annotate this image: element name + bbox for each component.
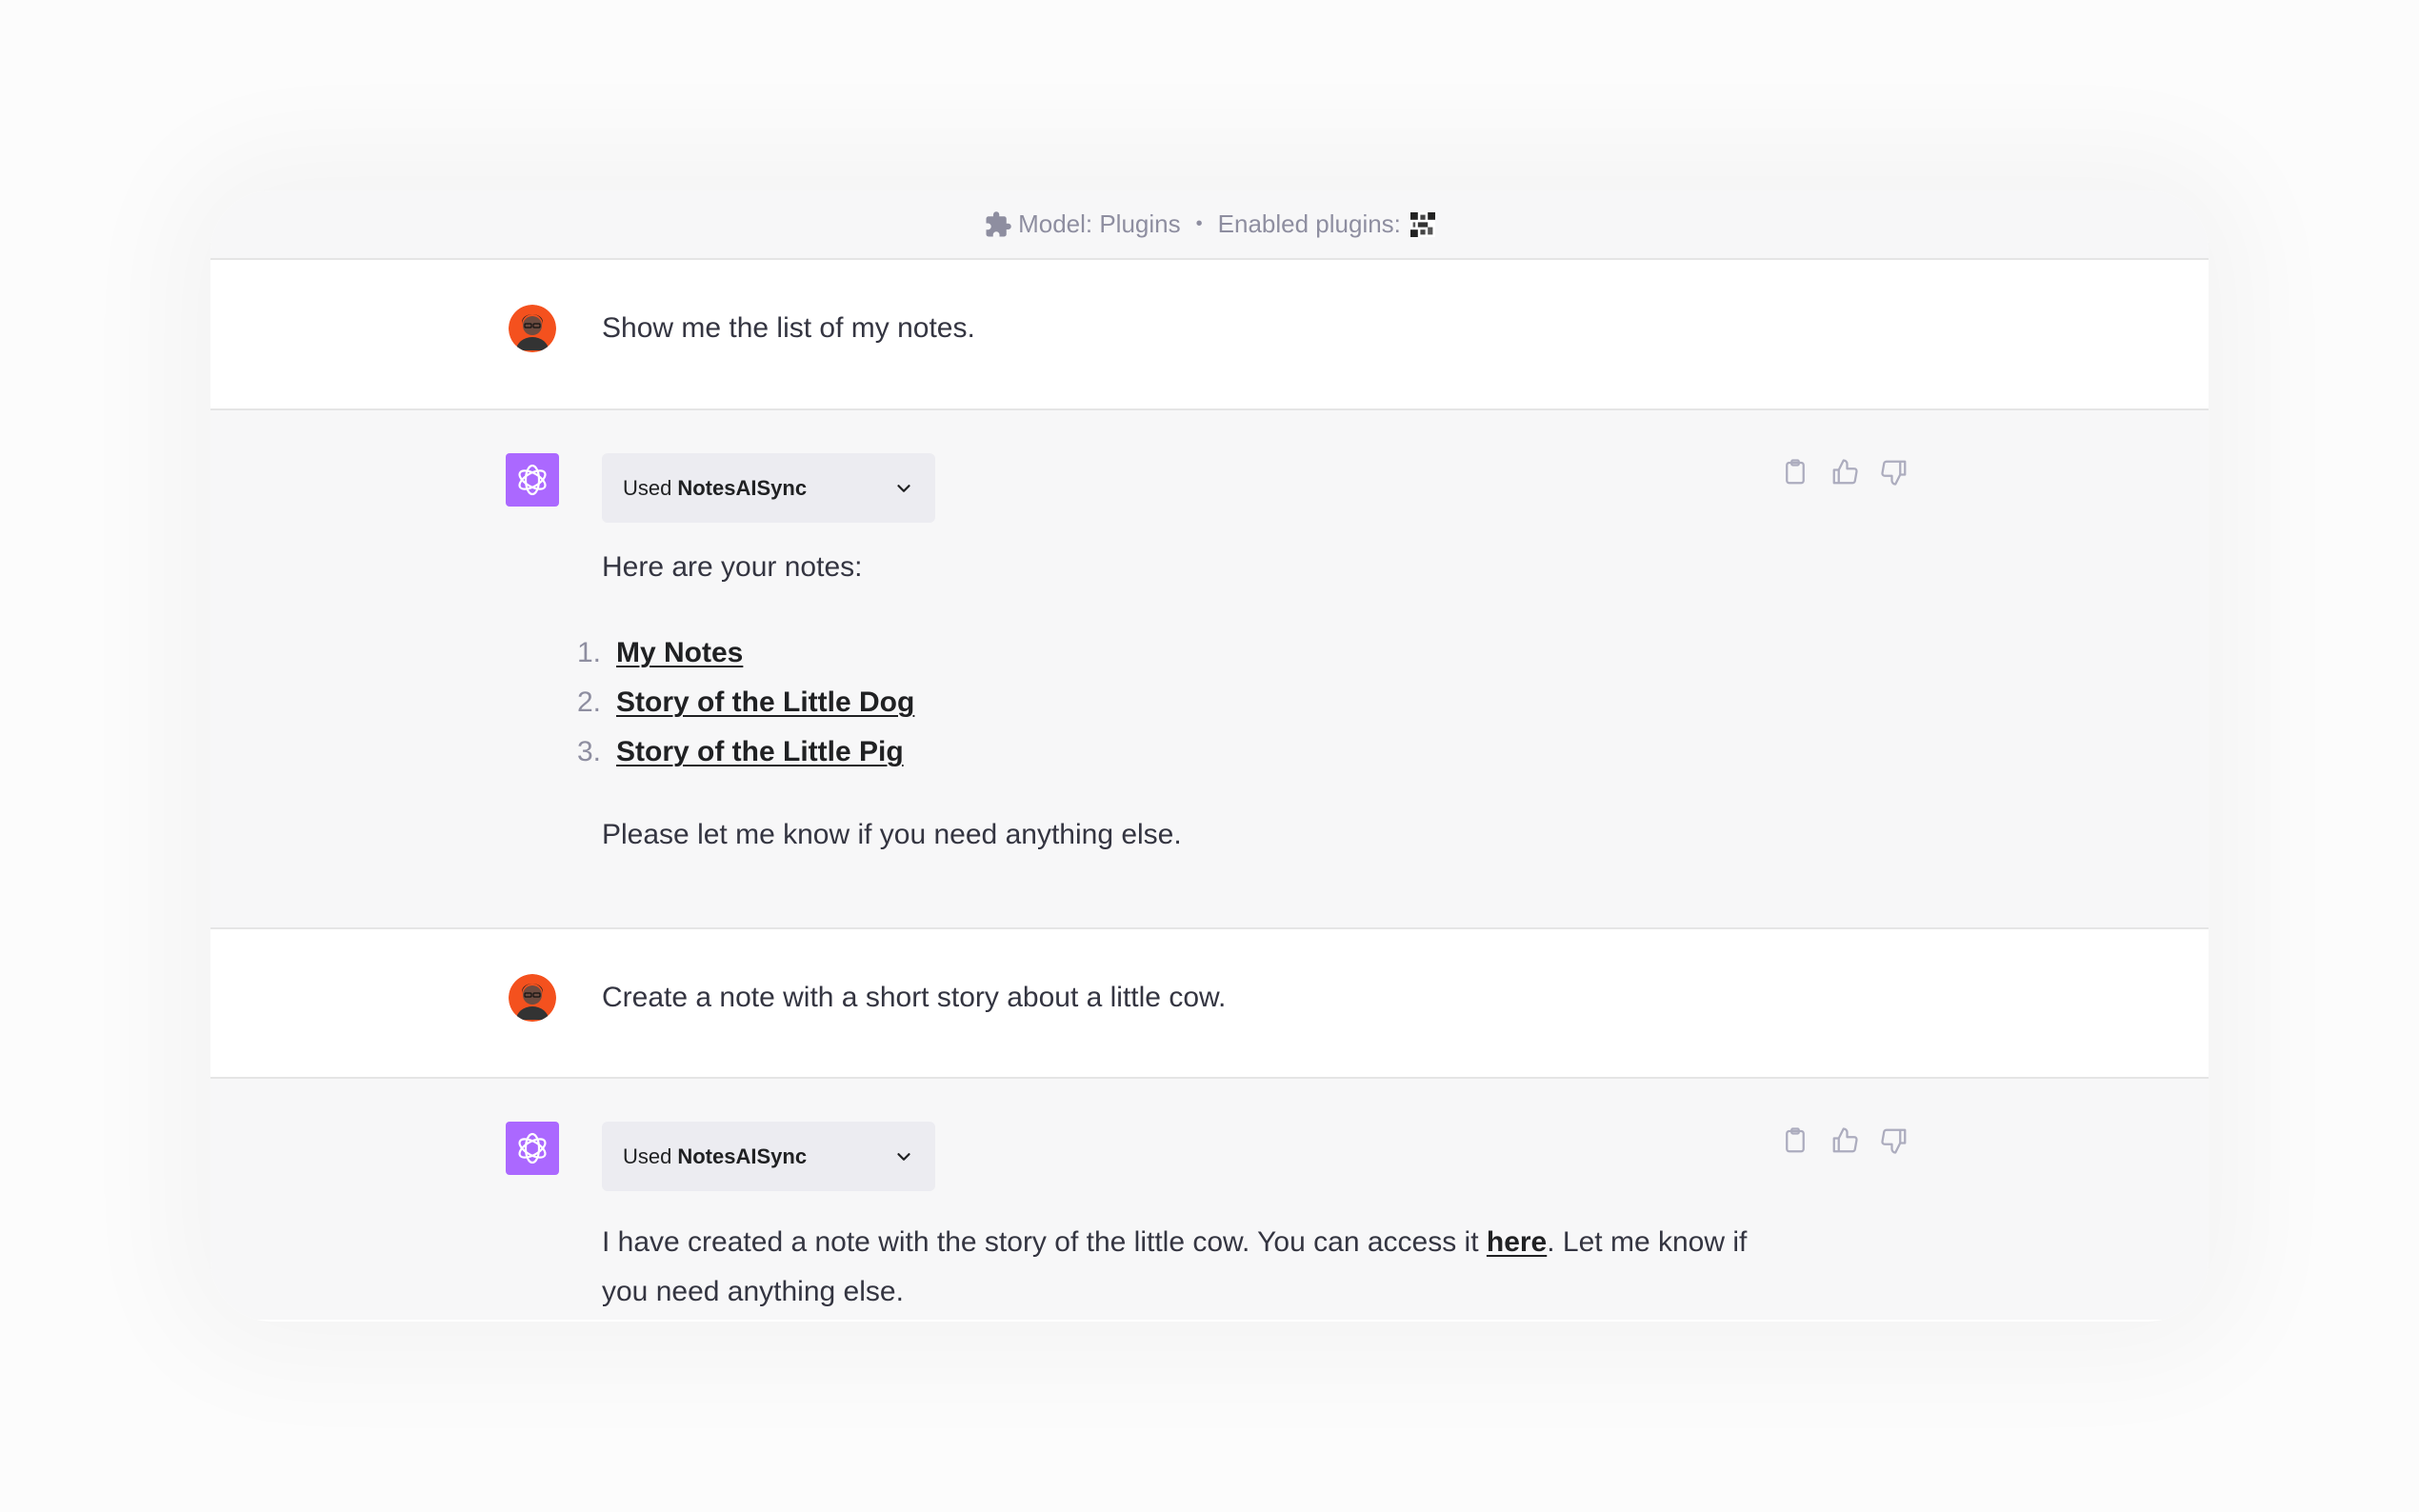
assistant-outro-text: Please let me know if you need anything … [602, 819, 1182, 850]
puzzle-icon [986, 210, 1011, 236]
plugin-used-dropdown[interactable]: Used NotesAISync [602, 453, 935, 523]
thumbs-up-icon[interactable] [1830, 1126, 1859, 1155]
copy-icon[interactable] [1781, 458, 1809, 487]
copy-icon[interactable] [1781, 1126, 1809, 1155]
assistant-intro-text: Here are your notes: [602, 551, 863, 583]
thumbs-down-icon[interactable] [1880, 1126, 1909, 1155]
separator-dot: • [1195, 213, 1203, 234]
list-item: 1. My Notes [563, 628, 914, 678]
user-avatar [509, 974, 556, 1022]
openai-logo-icon [518, 464, 547, 496]
model-label: Model: Plugins [1018, 209, 1181, 238]
note-link-little-dog[interactable]: Story of the Little Dog [616, 678, 914, 727]
plugin-name: NotesAISync [677, 475, 808, 500]
enabled-plugins-label: Enabled plugins: [1217, 209, 1401, 238]
list-item: 2. Story of the Little Dog [563, 678, 914, 727]
assistant-message-row: Used NotesAISync I have created a note w… [210, 1079, 2209, 1320]
plugin-name: NotesAISync [677, 1144, 808, 1168]
openai-logo-icon [518, 1132, 547, 1164]
notesaisync-logo-icon [1409, 211, 1435, 237]
notes-list: 1. My Notes 2. Story of the Little Dog 3. S… [563, 628, 914, 777]
response-line2: you need anything else. [602, 1276, 904, 1307]
chatgpt-avatar [506, 1122, 559, 1175]
assistant-response-text: I have created a note with the story of … [602, 1218, 1747, 1317]
thumbs-down-icon[interactable] [1880, 458, 1909, 487]
user-message-row: Show me the list of my notes. [210, 260, 2209, 410]
message-actions [1781, 458, 1909, 487]
chevron-down-icon [897, 1153, 910, 1161]
user-avatar [509, 305, 556, 352]
model-bar: Model: Plugins • Enabled plugins: [210, 190, 2209, 260]
response-line1-before: I have created a note with the story of … [602, 1226, 1487, 1258]
used-prefix: Used [623, 475, 672, 500]
thumbs-up-icon[interactable] [1830, 458, 1859, 487]
list-number: 1. [576, 637, 601, 668]
response-line1-after: . Let me know if [1547, 1226, 1748, 1258]
note-link-my-notes[interactable]: My Notes [616, 628, 743, 678]
used-prefix: Used [623, 1144, 672, 1168]
note-link-little-pig[interactable]: Story of the Little Pig [616, 727, 904, 777]
user-message-text: Show me the list of my notes. [602, 312, 975, 344]
chevron-down-icon [897, 485, 910, 492]
plugin-used-dropdown[interactable]: Used NotesAISync [602, 1122, 935, 1191]
user-message-text: Create a note with a short story about a… [602, 982, 1227, 1013]
list-item: 3. Story of the Little Pig [563, 727, 914, 777]
list-number: 2. [576, 686, 601, 718]
chatgpt-avatar [506, 453, 559, 507]
message-actions [1781, 1126, 1909, 1155]
chat-window: Model: Plugins • Enabled plugins: Show m… [210, 190, 2209, 1322]
user-message-row: Create a note with a short story about a… [210, 929, 2209, 1079]
assistant-message-row: Used NotesAISync Here are your notes: 1.… [210, 410, 2209, 929]
note-here-link[interactable]: here [1487, 1226, 1547, 1258]
list-number: 3. [576, 736, 601, 767]
